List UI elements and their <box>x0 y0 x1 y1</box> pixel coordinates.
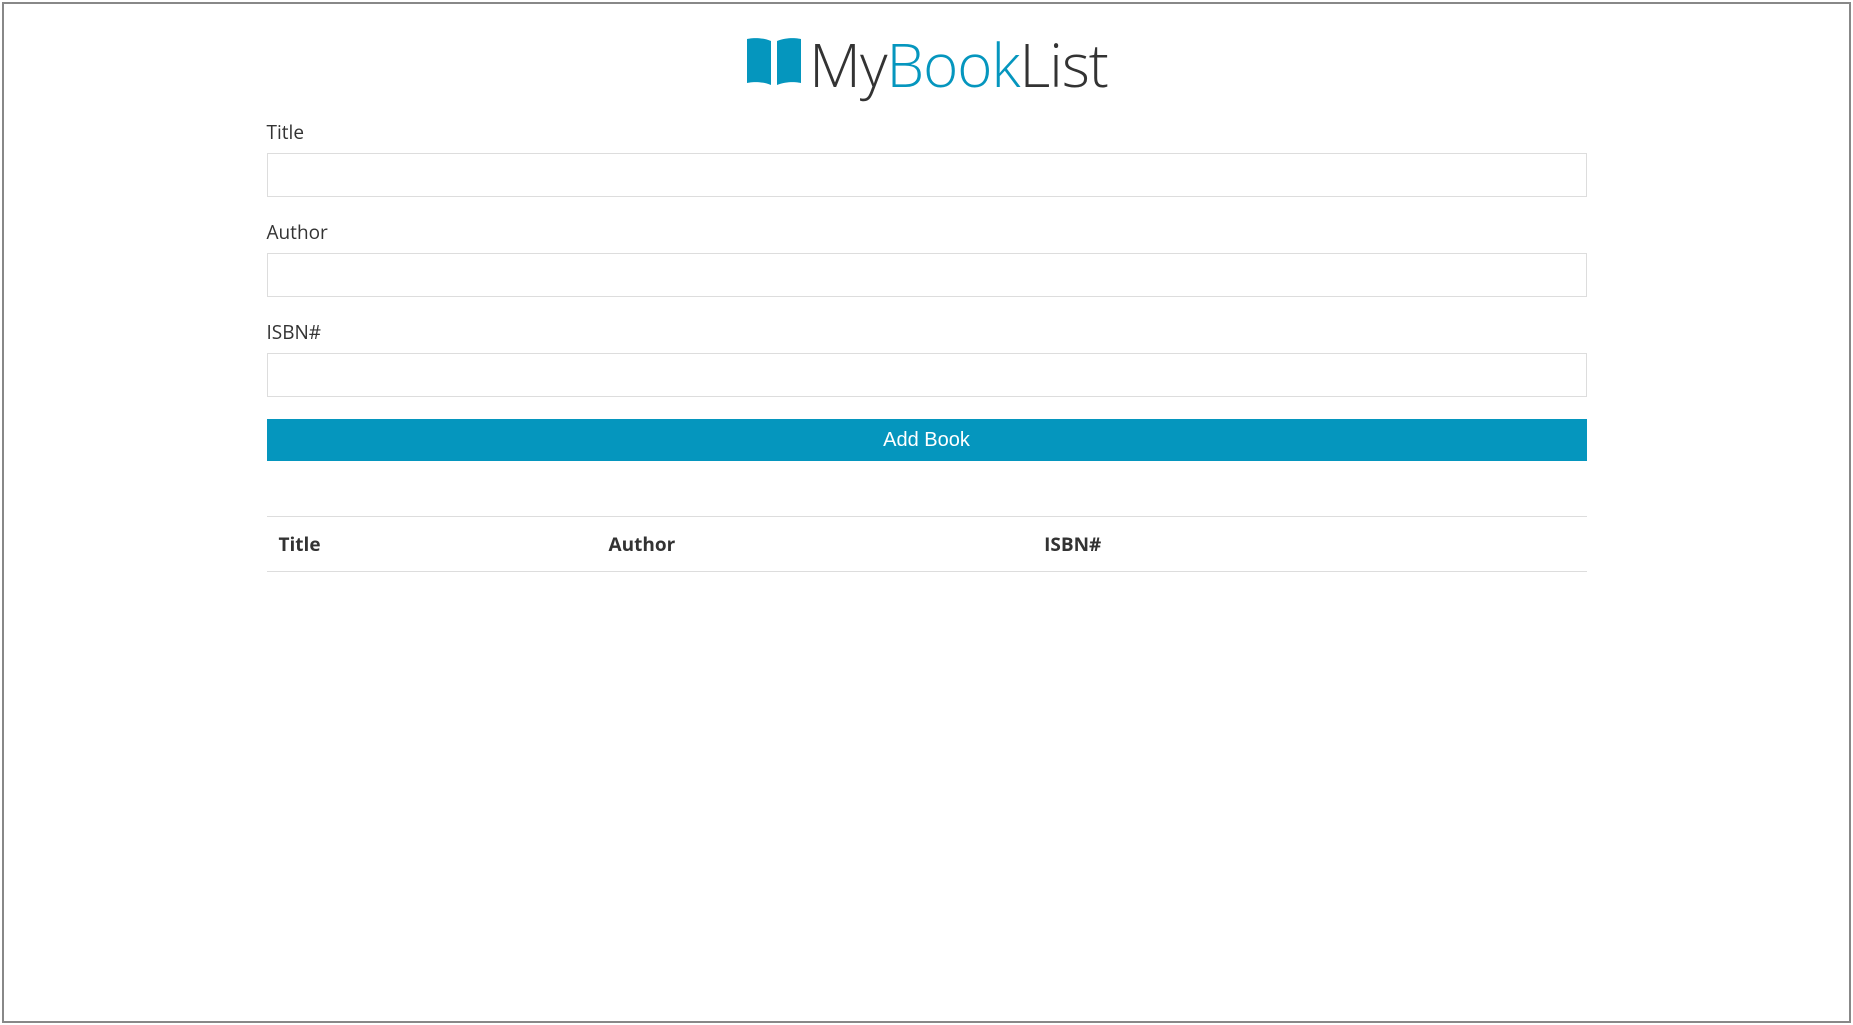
title-part-my: My <box>809 23 886 105</box>
title-label: Title <box>267 119 1587 145</box>
form-group-isbn: ISBN# <box>267 319 1587 397</box>
author-input[interactable] <box>267 253 1587 297</box>
form-group-author: Author <box>267 219 1587 297</box>
form-group-title: Title <box>267 119 1587 197</box>
column-header-author: Author <box>597 517 1033 572</box>
column-header-isbn: ISBN# <box>1032 517 1586 572</box>
page-title: MyBookList <box>267 34 1587 94</box>
main-container: MyBookList Title Author ISBN# Add Book T… <box>267 4 1587 572</box>
book-table: Title Author ISBN# <box>267 516 1587 572</box>
add-book-button[interactable]: Add Book <box>267 419 1587 461</box>
title-part-book: Book <box>886 23 1019 105</box>
isbn-label: ISBN# <box>267 319 1587 345</box>
title-part-list: List <box>1020 23 1108 105</box>
book-form: Title Author ISBN# Add Book <box>267 119 1587 461</box>
column-header-title: Title <box>267 517 597 572</box>
table-header-row: Title Author ISBN# <box>267 517 1587 572</box>
isbn-input[interactable] <box>267 353 1587 397</box>
author-label: Author <box>267 219 1587 245</box>
book-open-icon <box>745 34 803 94</box>
title-input[interactable] <box>267 153 1587 197</box>
